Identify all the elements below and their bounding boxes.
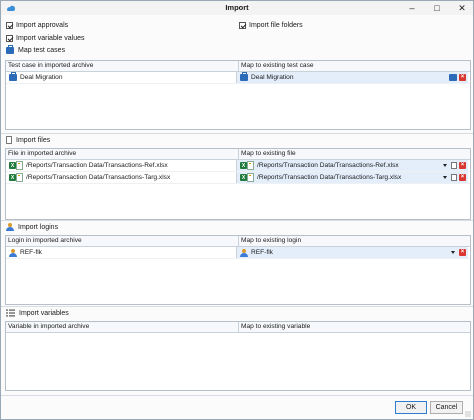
column-header[interactable]: Map to existing file — [239, 149, 296, 159]
divider — [1, 306, 473, 307]
file-icon — [6, 136, 12, 144]
variables-icon — [6, 309, 15, 317]
maximize-button[interactable]: □ — [426, 1, 448, 15]
files-grid[interactable]: File in imported archive Map to existing… — [5, 148, 471, 220]
mapped-file: /Reports/Transaction Data/Transactions-T… — [257, 174, 402, 181]
minimize-button[interactable]: – — [401, 1, 423, 15]
column-header[interactable]: File in imported archive — [6, 149, 239, 159]
cancel-button[interactable]: Cancel — [430, 401, 463, 414]
file-icon — [16, 161, 23, 170]
imported-login: REF-flk — [20, 249, 42, 256]
import-approvals-checkbox[interactable]: Import approvals — [6, 22, 68, 29]
excel-icon: X — [9, 174, 16, 181]
excel-icon: X — [240, 162, 247, 169]
login-icon — [6, 223, 14, 231]
import-variables-header: Import variables — [6, 309, 69, 317]
file-icon — [247, 161, 254, 170]
import-files-header: Import files — [6, 136, 50, 144]
variables-grid[interactable]: Variable in imported archive Map to exis… — [5, 321, 471, 391]
delete-icon[interactable]: × — [459, 249, 466, 256]
checkbox-checked-icon — [6, 35, 13, 42]
copy-icon[interactable] — [451, 174, 457, 181]
maximize-icon: □ — [434, 3, 440, 13]
delete-icon[interactable]: × — [459, 162, 466, 169]
import-file-folders-label: Import file folders — [249, 22, 303, 29]
table-row[interactable]: REF-flk REF-flk × — [6, 247, 470, 259]
checkbox-checked-icon — [6, 22, 13, 29]
imported-file: /Reports/Transaction Data/Transactions-R… — [26, 162, 168, 169]
column-header[interactable]: Variable in imported archive — [6, 322, 239, 332]
dropdown-icon[interactable] — [451, 251, 455, 254]
excel-icon: X — [240, 174, 247, 181]
ok-button[interactable]: OK — [395, 401, 427, 414]
dropdown-icon[interactable] — [443, 176, 447, 179]
imported-test-case: Deal Migration — [20, 74, 63, 81]
import-logins-header: Import logins — [6, 223, 58, 231]
import-file-folders-checkbox[interactable]: Import file folders — [239, 22, 303, 29]
divider — [1, 133, 473, 134]
resize-grip[interactable] — [465, 411, 471, 417]
table-row[interactable]: Deal Migration Deal Migration × — [6, 72, 470, 84]
import-variable-values-checkbox[interactable]: Import variable values — [6, 35, 84, 42]
map-file-cell[interactable]: X /Reports/Transaction Data/Transactions… — [236, 160, 468, 171]
mapped-login: REF-flk — [251, 249, 273, 256]
import-variable-values-label: Import variable values — [16, 35, 85, 42]
login-icon — [240, 248, 248, 257]
close-button[interactable]: ✕ — [451, 1, 473, 15]
grid-header: Login in imported archive Map to existin… — [6, 236, 470, 247]
import-variables-label: Import variables — [19, 309, 69, 317]
column-header[interactable]: Map to existing test case — [239, 61, 314, 71]
logins-grid[interactable]: Login in imported archive Map to existin… — [5, 235, 471, 305]
table-row[interactable]: X /Reports/Transaction Data/Transactions… — [6, 160, 470, 172]
delete-icon[interactable]: × — [459, 74, 466, 81]
title-bar: Import – □ ✕ — [1, 1, 473, 15]
test-case-icon — [240, 72, 248, 81]
column-header[interactable]: Map to existing variable — [239, 322, 310, 332]
minimize-icon: – — [409, 3, 415, 13]
column-header[interactable]: Login in imported archive — [6, 236, 239, 246]
test-case-icon — [6, 45, 14, 54]
login-icon — [9, 248, 17, 257]
import-logins-label: Import logins — [18, 223, 59, 231]
file-icon — [16, 173, 23, 182]
map-login-cell[interactable]: REF-flk × — [236, 247, 468, 258]
copy-icon[interactable] — [451, 162, 457, 169]
column-header[interactable]: Map to existing login — [239, 236, 301, 246]
column-header[interactable]: Test case in imported archive — [6, 61, 239, 71]
map-file-cell[interactable]: X /Reports/Transaction Data/Transactions… — [236, 172, 468, 183]
close-icon: ✕ — [458, 2, 466, 13]
divider — [1, 220, 473, 221]
map-test-cases-header: Map test cases — [6, 45, 66, 54]
table-row[interactable]: X /Reports/Transaction Data/Transactions… — [6, 172, 470, 184]
import-files-label: Import files — [16, 136, 51, 144]
select-test-case-icon[interactable] — [449, 74, 457, 81]
test-cases-grid[interactable]: Test case in imported archive Map to exi… — [5, 60, 471, 130]
excel-icon: X — [9, 162, 16, 169]
import-dialog: Import – □ ✕ Import approvals Import fil… — [0, 0, 474, 420]
mapped-test-case: Deal Migration — [251, 74, 294, 81]
file-icon — [247, 173, 254, 182]
mapped-file: /Reports/Transaction Data/Transactions-R… — [257, 162, 399, 169]
delete-icon[interactable]: × — [459, 174, 466, 181]
grid-header: Test case in imported archive Map to exi… — [6, 61, 470, 72]
map-test-cases-label: Map test cases — [18, 47, 66, 54]
test-case-icon — [9, 72, 17, 81]
divider — [1, 395, 473, 396]
grid-header: Variable in imported archive Map to exis… — [6, 322, 470, 333]
import-approvals-label: Import approvals — [16, 22, 69, 29]
dropdown-icon[interactable] — [443, 164, 447, 167]
grid-header: File in imported archive Map to existing… — [6, 149, 470, 160]
map-test-case-cell[interactable]: Deal Migration × — [236, 72, 468, 83]
checkbox-checked-icon — [239, 22, 246, 29]
imported-file: /Reports/Transaction Data/Transactions-T… — [26, 174, 171, 181]
